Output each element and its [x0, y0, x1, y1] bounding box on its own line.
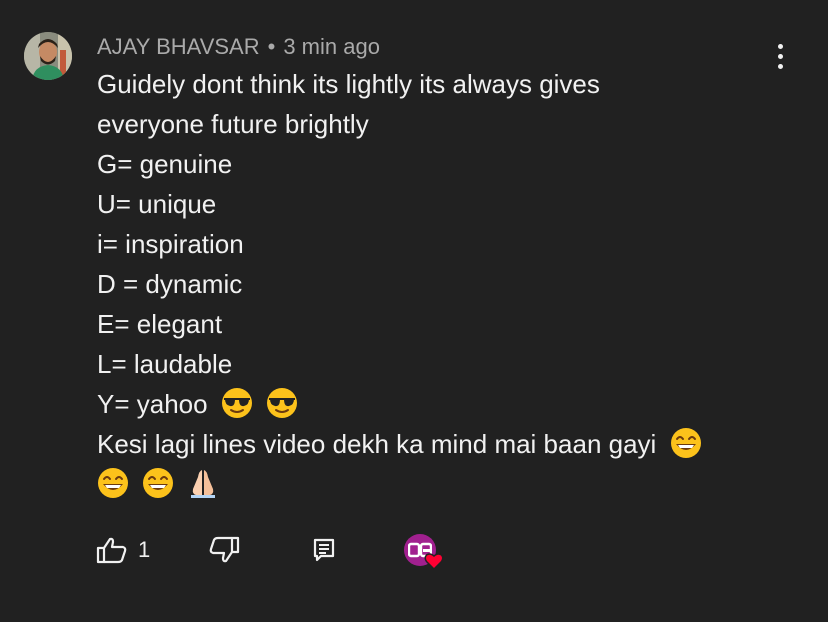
comment-meta: AJAY BHAVSAR • 3 min ago [97, 33, 380, 61]
like-count: 1 [138, 537, 151, 562]
like-button[interactable]: 1 [96, 530, 150, 570]
folded-hands-icon [191, 470, 216, 498]
comment-line-yahoo: Y= yahoo [97, 384, 787, 424]
comment-body: Guidely dont think its lightly its alway… [97, 64, 787, 504]
meta-separator: • [267, 34, 276, 59]
reply-button[interactable] [312, 530, 336, 570]
comment-line: L= laudable [97, 349, 233, 379]
creator-heart[interactable] [404, 534, 444, 574]
comment-line: G= genuine [97, 149, 233, 179]
comment-line-emojis [97, 464, 787, 504]
comment-timestamp[interactable]: 3 min ago [283, 34, 380, 59]
comment-line: everyone future brightly [97, 109, 369, 139]
author-avatar-image [24, 32, 72, 80]
thumbs-down-icon [209, 536, 240, 563]
more-dot-icon [777, 43, 783, 49]
smiling-face-with-sunglasses-icon [221, 388, 252, 418]
comment-line: U= unique [97, 189, 217, 219]
author-name[interactable]: AJAY BHAVSAR [97, 34, 260, 59]
comment-thread: AJAY BHAVSAR • 3 min ago Guidely dont thin… [0, 0, 828, 622]
reply-icon [313, 538, 335, 562]
comment-line-text: Y= yahoo [97, 389, 208, 419]
author-avatar[interactable] [24, 32, 72, 80]
comment-actions: 1 [96, 530, 496, 571]
more-dot-icon [777, 53, 783, 59]
smiling-face-with-sunglasses-icon [267, 388, 298, 418]
comment-line-text: Kesi lagi lines video dekh ka mind mai b… [97, 429, 657, 459]
beaming-face-icon [98, 468, 128, 498]
beaming-face-icon [143, 468, 174, 498]
thumbs-up-icon [96, 537, 127, 564]
comment-line: E= elegant [97, 309, 223, 339]
heart-icon [424, 553, 444, 571]
beaming-face-icon [670, 428, 701, 458]
comment-line: Guidely dont think its lightly its alway… [97, 69, 600, 99]
dislike-button[interactable] [208, 530, 240, 570]
comment-line: D = dynamic [97, 269, 243, 299]
comment-line-kesi: Kesi lagi lines video dekh ka mind mai b… [97, 424, 787, 464]
comment-line: i= inspiration [97, 229, 244, 259]
